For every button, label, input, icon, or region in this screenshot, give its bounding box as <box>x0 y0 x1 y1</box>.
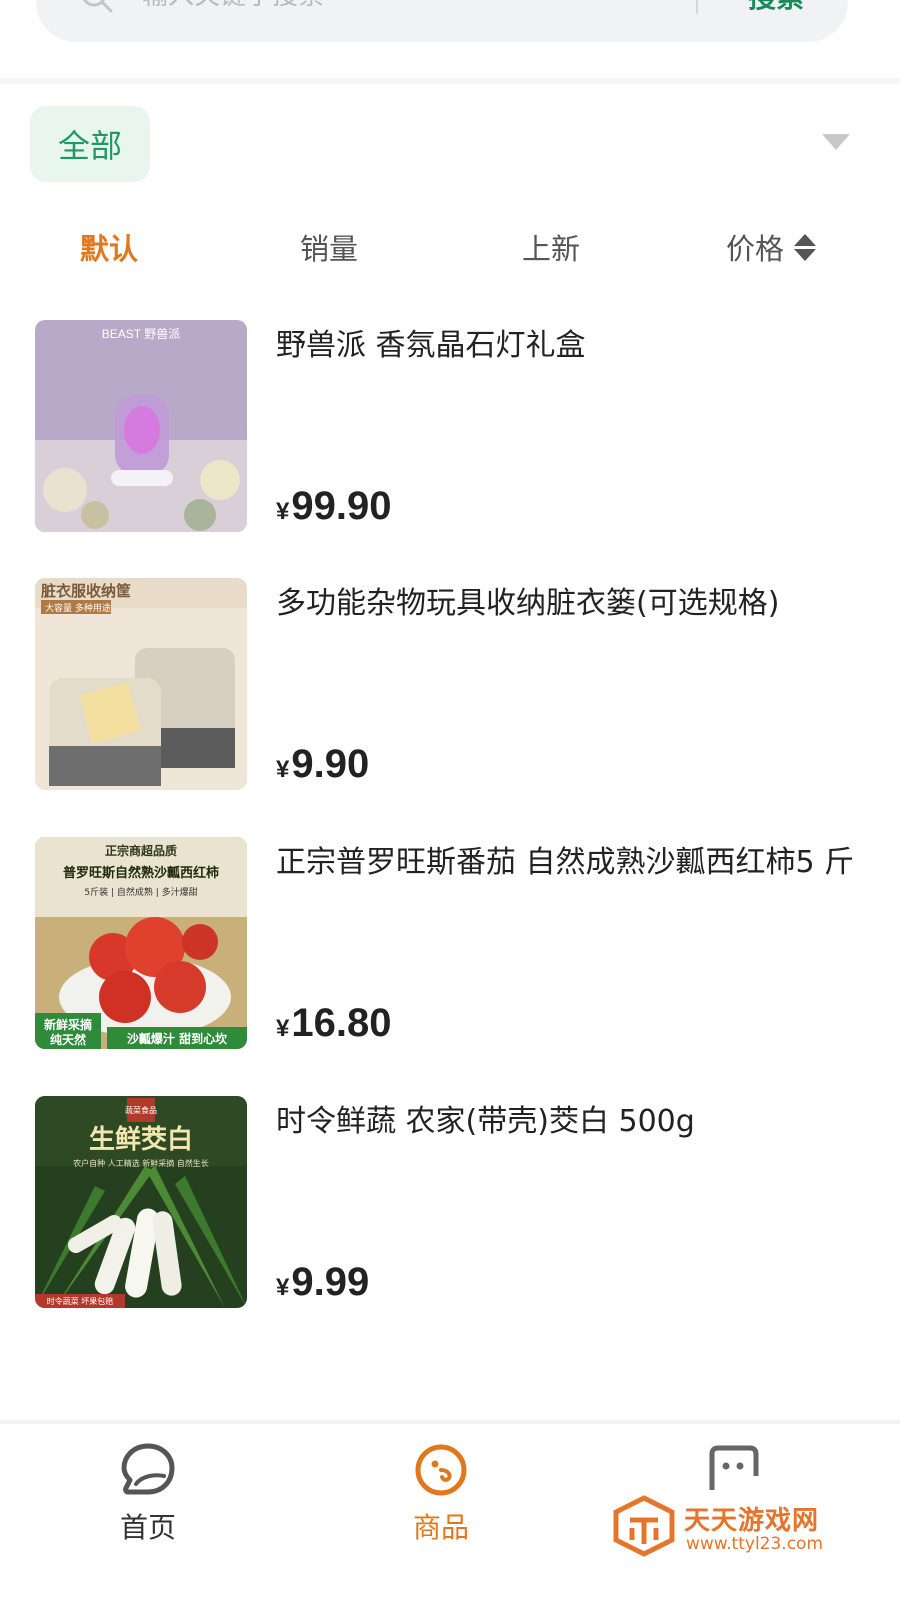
sort-tabs: 默认 销量 上新 价格 <box>0 222 900 272</box>
image-text: 新鲜采摘 <box>44 1017 92 1032</box>
image-text: 蔬菜食品 <box>125 1105 157 1115</box>
search-button[interactable]: 搜索 <box>726 0 826 24</box>
price-value: 16.80 <box>291 1001 392 1045</box>
price-value: 99.90 <box>291 484 392 528</box>
category-dropdown-icon[interactable] <box>822 134 850 150</box>
water-bamboo-image: 蔬菜食品 生鲜茭白 农户自种 人工精选 新鲜采摘 自然生长 时令蔬菜 坏果包赔 <box>35 1096 247 1308</box>
product-item[interactable]: 脏衣服收纳筐 大容量 多种用途 多功能杂物玩具收纳脏衣篓(可选规格) ¥9.90 <box>0 578 900 808</box>
laundry-basket-image: 脏衣服收纳筐 大容量 多种用途 <box>35 578 247 790</box>
sort-tab-sales[interactable]: 销量 <box>300 222 358 272</box>
currency-symbol: ¥ <box>276 498 290 525</box>
image-text: BEAST 野兽派 <box>102 327 180 341</box>
search-icon <box>83 0 113 13</box>
watermark-title: 天天游戏网 <box>684 1506 820 1536</box>
image-text: 普罗旺斯自然熟沙瓤西红柿 <box>63 865 219 881</box>
header-separator <box>0 78 900 84</box>
message-icon <box>709 1445 759 1490</box>
goods-icon <box>415 1444 467 1496</box>
watermark-logo-icon <box>613 1495 675 1557</box>
category-chip-all[interactable]: 全部 <box>30 106 150 182</box>
image-text: 5斤装 | 自然成熟 | 多汁爆甜 <box>84 886 197 898</box>
product-price: ¥99.90 <box>276 484 391 529</box>
nav-label: 商品 <box>412 1511 469 1544</box>
sort-arrows-icon <box>794 232 817 262</box>
watermark: 天天游戏网 www.ttyl23.com <box>612 1494 852 1558</box>
nav-item-goods[interactable]: 商品 <box>361 1440 521 1580</box>
currency-symbol: ¥ <box>276 1015 290 1042</box>
product-item[interactable]: BEAST 野兽派 野兽派 香氛晶石灯礼盒 ¥99.90 <box>0 320 900 550</box>
sort-tab-label: 上新 <box>522 232 581 266</box>
product-name[interactable]: 多功能杂物玩具收纳脏衣篓(可选规格) <box>276 578 866 630</box>
price-value: 9.90 <box>291 742 370 786</box>
product-item[interactable]: 蔬菜食品 生鲜茭白 农户自种 人工精选 新鲜采摘 自然生长 时令蔬菜 坏果包赔 … <box>0 1096 900 1326</box>
currency-symbol: ¥ <box>276 756 290 783</box>
product-name[interactable]: 野兽派 香氛晶石灯礼盒 <box>276 320 866 372</box>
image-text: 正宗商超品质 <box>105 843 177 858</box>
image-text: 脏衣服收纳筐 <box>41 582 131 600</box>
image-text: 纯天然 <box>50 1032 86 1047</box>
product-item[interactable]: 正宗商超品质 普罗旺斯自然熟沙瓤西红柿 5斤装 | 自然成熟 | 多汁爆甜 新鲜… <box>0 837 900 1067</box>
search-input[interactable] <box>140 0 704 20</box>
search-bar[interactable]: 搜索 <box>36 0 848 42</box>
tomato-image: 正宗商超品质 普罗旺斯自然熟沙瓤西红柿 5斤装 | 自然成熟 | 多汁爆甜 新鲜… <box>35 837 247 1049</box>
search-divider <box>696 0 698 14</box>
sort-tab-new[interactable]: 上新 <box>522 222 580 272</box>
currency-symbol: ¥ <box>276 1274 290 1301</box>
product-name[interactable]: 时令鲜蔬 农家(带壳)茭白 500g <box>276 1096 866 1148</box>
sort-tab-default[interactable]: 默认 <box>80 222 138 272</box>
image-text: 生鲜茭白 <box>89 1124 193 1155</box>
sort-tab-label: 销量 <box>300 232 359 266</box>
product-price: ¥9.90 <box>276 742 369 787</box>
product-price: ¥9.99 <box>276 1260 369 1305</box>
sort-tab-price[interactable]: 价格 <box>726 222 817 272</box>
image-text: 农户自种 人工精选 新鲜采摘 自然生长 <box>73 1158 209 1168</box>
nav-label: 首页 <box>119 1511 176 1544</box>
product-image[interactable]: 脏衣服收纳筐 大容量 多种用途 <box>35 578 247 790</box>
product-image[interactable]: 蔬菜食品 生鲜茭白 农户自种 人工精选 新鲜采摘 自然生长 时令蔬菜 坏果包赔 <box>35 1096 247 1308</box>
nav-item-home[interactable]: 首页 <box>68 1440 228 1580</box>
product-image[interactable]: BEAST 野兽派 <box>35 320 247 532</box>
sort-tab-label: 价格 <box>726 232 785 266</box>
image-text: 时令蔬菜 坏果包赔 <box>47 1296 114 1306</box>
product-image[interactable]: 正宗商超品质 普罗旺斯自然熟沙瓤西红柿 5斤装 | 自然成熟 | 多汁爆甜 新鲜… <box>35 837 247 1049</box>
product-name[interactable]: 正宗普罗旺斯番茄 自然成熟沙瓤西红柿5 斤 <box>276 837 866 889</box>
sort-tab-label: 默认 <box>80 232 139 266</box>
crystal-lamp-image: BEAST 野兽派 <box>35 320 247 532</box>
watermark-url: www.ttyl23.com <box>686 1534 824 1554</box>
home-icon <box>121 1443 175 1495</box>
image-text: 大容量 多种用途 <box>45 602 111 614</box>
product-price: ¥16.80 <box>276 1001 391 1046</box>
image-text: 沙瓤爆汁 甜到心坎 <box>127 1031 227 1046</box>
price-value: 9.99 <box>291 1260 370 1304</box>
